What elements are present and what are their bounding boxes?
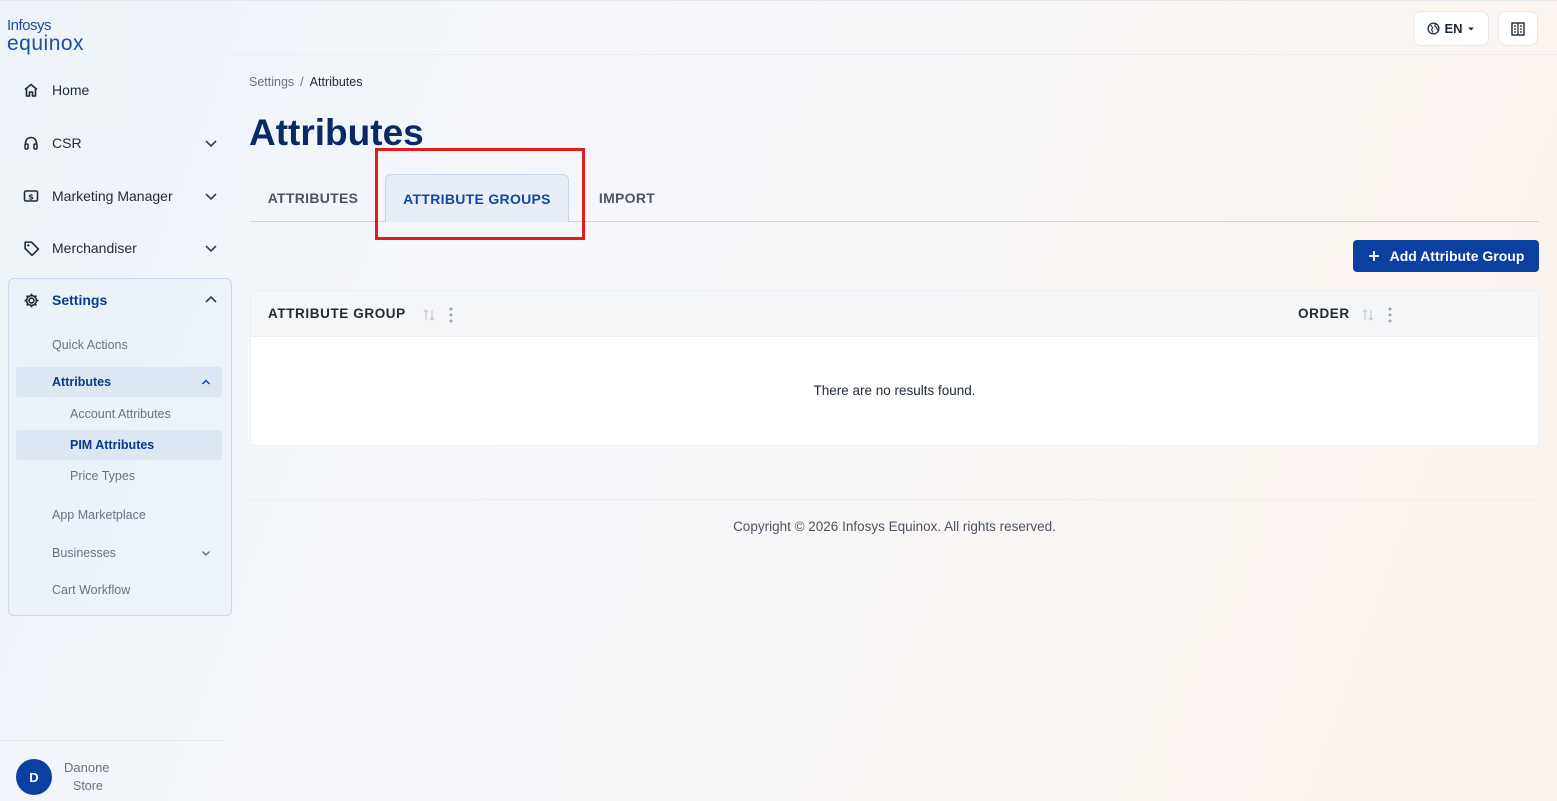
sort-icon[interactable] xyxy=(422,308,436,322)
headset-icon xyxy=(20,132,42,154)
tab-import[interactable]: IMPORT xyxy=(583,174,671,222)
breadcrumb-settings-link[interactable]: Settings xyxy=(249,75,294,89)
caret-down-icon xyxy=(1467,27,1474,30)
breadcrumb-current: Attributes xyxy=(309,75,363,89)
copyright-text: Copyright © 2026 Infosys Equinox. All ri… xyxy=(733,519,1056,534)
logo[interactable]: Infosys equinox xyxy=(7,18,107,58)
chevron-down-icon[interactable] xyxy=(204,136,218,150)
chevron-down-icon[interactable] xyxy=(204,241,218,255)
tag-icon xyxy=(20,237,42,259)
divider xyxy=(0,740,224,741)
globe-icon xyxy=(1427,22,1441,35)
sidebar-item-label: PIM Attributes xyxy=(70,438,155,452)
tab-attribute-groups[interactable]: ATTRIBUTE GROUPS xyxy=(385,174,569,222)
footer-divider xyxy=(250,499,1539,500)
sidebar-item-label: Quick Actions xyxy=(52,338,128,352)
avatar[interactable]: D xyxy=(16,759,52,795)
sidebar-item-marketing-manager[interactable]: $ Marketing Manager xyxy=(8,178,230,214)
sidebar-item-settings[interactable]: Settings xyxy=(8,282,230,318)
top-border xyxy=(0,0,1557,1)
chevron-up-icon[interactable] xyxy=(200,376,212,388)
dollar-icon: $ xyxy=(20,185,42,207)
gear-icon xyxy=(20,289,42,311)
column-header-order[interactable]: ORDER xyxy=(1298,306,1350,321)
header-divider xyxy=(232,54,1557,55)
sidebar-item-label: App Marketplace xyxy=(52,508,146,522)
sidebar-item-home[interactable]: Home xyxy=(8,72,230,108)
sidebar-item-account-attributes[interactable]: Account Attributes xyxy=(16,399,222,429)
table-header: ATTRIBUTE GROUP ORDER xyxy=(251,291,1538,337)
empty-state-message: There are no results found. xyxy=(813,383,976,398)
home-icon xyxy=(20,79,42,101)
sidebar-item-label: Home xyxy=(52,82,90,98)
chevron-up-icon[interactable] xyxy=(204,293,218,307)
plus-icon xyxy=(1368,251,1379,261)
language-selector[interactable]: EN xyxy=(1413,11,1489,46)
sort-icon[interactable] xyxy=(1361,308,1375,322)
language-label: EN xyxy=(1444,21,1463,36)
sidebar-item-label: Account Attributes xyxy=(70,407,171,421)
column-menu-icon[interactable] xyxy=(1387,306,1393,324)
tab-attributes[interactable]: ATTRIBUTES xyxy=(252,174,374,222)
sidebar-item-label: Marketing Manager xyxy=(52,188,173,204)
attribute-groups-table: ATTRIBUTE GROUP ORDER There are no resul… xyxy=(250,290,1539,446)
sidebar-item-attributes[interactable]: Attributes xyxy=(16,367,222,397)
add-attribute-group-button[interactable]: Add Attribute Group xyxy=(1353,240,1539,272)
sidebar-item-price-types[interactable]: Price Types xyxy=(16,461,222,491)
sidebar-item-label: Settings xyxy=(52,292,108,308)
sidebar-item-label: CSR xyxy=(52,135,82,151)
sidebar-item-merchandiser[interactable]: Merchandiser xyxy=(8,230,230,266)
sidebar-item-csr[interactable]: CSR xyxy=(8,125,230,161)
logo-bottom-text: equinox xyxy=(7,32,85,55)
sidebar-item-pim-attributes[interactable]: PIM Attributes xyxy=(16,430,222,460)
sidebar-item-app-marketplace[interactable]: App Marketplace xyxy=(16,500,222,530)
sidebar-item-label: Businesses xyxy=(52,546,116,560)
sidebar-item-quick-actions[interactable]: Quick Actions xyxy=(16,330,222,360)
sidebar-item-cart-workflow[interactable]: Cart Workflow xyxy=(16,575,222,605)
store-switcher-button[interactable] xyxy=(1498,11,1538,46)
svg-text:$: $ xyxy=(28,193,34,202)
building-icon xyxy=(1511,21,1525,36)
sidebar-item-label: Merchandiser xyxy=(52,240,137,256)
page-title: Attributes xyxy=(249,112,424,153)
sidebar: Infosys equinox Home CSR $ Marketing Man… xyxy=(0,0,232,801)
chevron-down-icon[interactable] xyxy=(204,189,218,203)
user-name: Danone xyxy=(64,760,110,775)
user-store: Store xyxy=(73,779,103,793)
breadcrumb-separator: / xyxy=(300,75,304,89)
sidebar-item-label: Price Types xyxy=(70,469,136,483)
column-header-attribute-group[interactable]: ATTRIBUTE GROUP xyxy=(268,306,406,321)
chevron-down-icon[interactable] xyxy=(200,547,212,559)
column-menu-icon[interactable] xyxy=(448,306,454,324)
breadcrumb: Settings / Attributes xyxy=(249,75,362,89)
sidebar-item-businesses[interactable]: Businesses xyxy=(16,538,222,568)
add-button-label: Add Attribute Group xyxy=(1389,248,1525,264)
sidebar-item-label: Cart Workflow xyxy=(52,583,131,597)
sidebar-item-label: Attributes xyxy=(52,375,112,389)
